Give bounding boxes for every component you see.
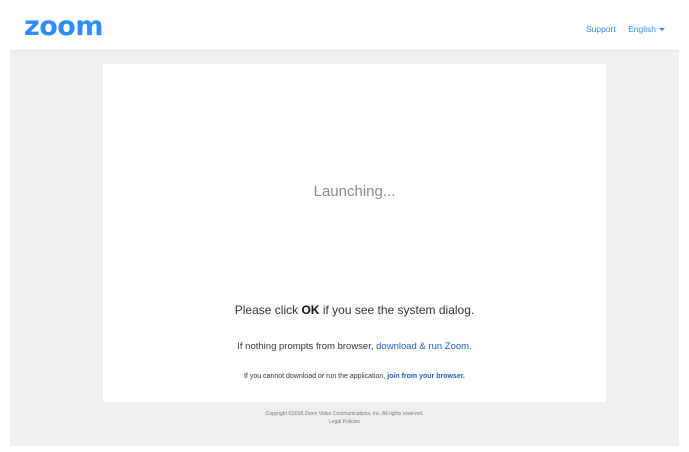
copyright-text: Copyright ©2018 Zoom Video Communication…	[265, 411, 424, 417]
launching-status: Launching...	[313, 183, 396, 200]
top-bar: zoom Support English	[10, 6, 679, 51]
legal-policies-link[interactable]: Legal Policies	[329, 419, 360, 425]
instruction-prefix: Please click	[234, 303, 299, 317]
instruction-suffix: if you see the system dialog.	[322, 303, 475, 317]
top-nav: Support English	[586, 23, 665, 35]
chevron-down-icon	[659, 28, 665, 32]
language-dropdown[interactable]: English	[628, 24, 665, 34]
language-label: English	[628, 24, 656, 34]
launch-card: Launching... Please click OK if you see …	[103, 64, 606, 402]
download-prompt: If nothing prompts from browser, downloa…	[103, 340, 606, 353]
join-from-browser-link[interactable]: join from your browser.	[387, 373, 465, 380]
page-frame: zoom Support English Launching... Please…	[10, 6, 679, 446]
page-footer: Copyright ©2018 Zoom Video Communication…	[10, 410, 679, 426]
browser-join-prompt: If you cannot download or run the applic…	[103, 372, 606, 382]
system-dialog-instruction: Please click OK if you see the system di…	[103, 302, 606, 318]
instruction-ok-text: OK	[301, 303, 320, 317]
download-prompt-text: If nothing prompts from browser,	[237, 341, 374, 352]
support-link[interactable]: Support	[586, 24, 616, 34]
zoom-logo[interactable]: zoom	[24, 12, 103, 42]
browser-join-text: If you cannot download or run the applic…	[243, 373, 386, 380]
download-run-zoom-link[interactable]: download & run Zoom.	[376, 341, 472, 352]
